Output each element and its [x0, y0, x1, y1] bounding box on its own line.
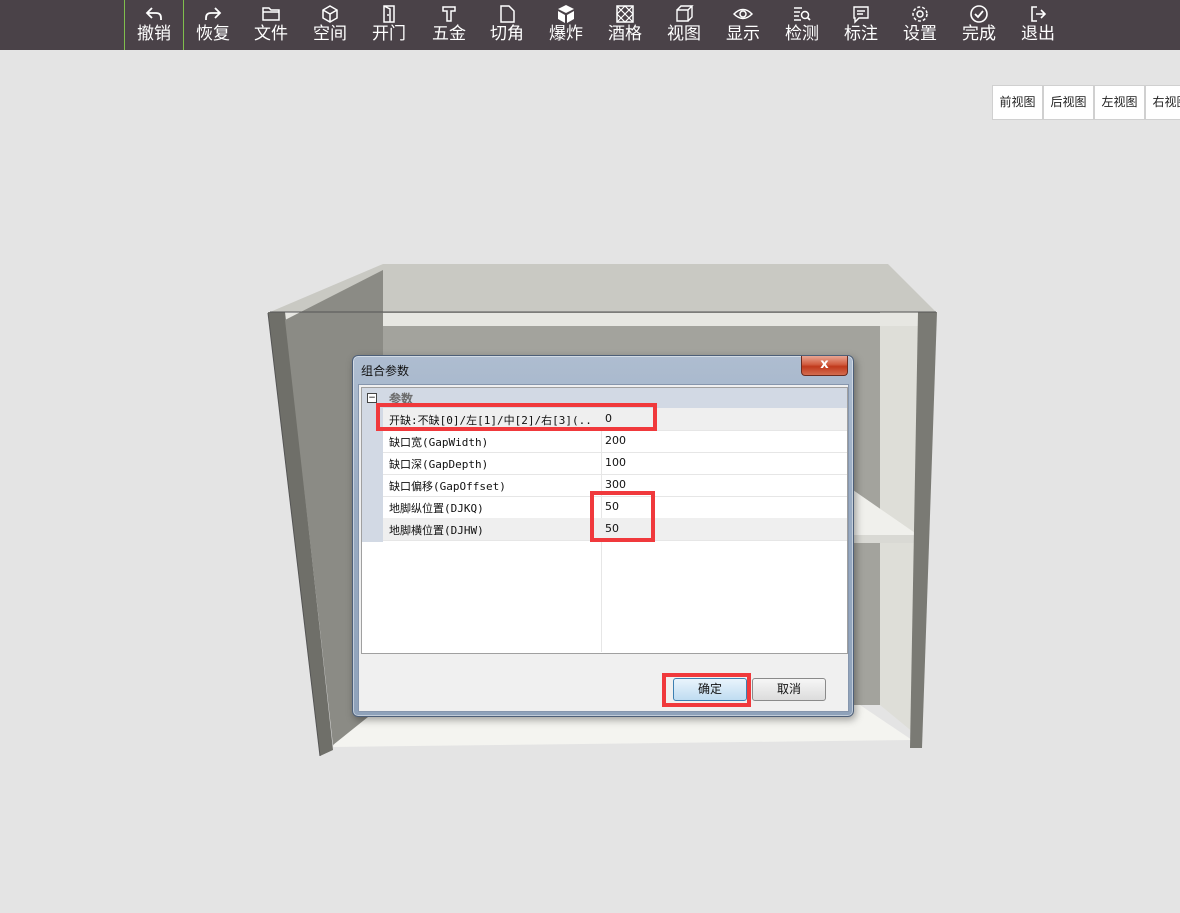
dialog-body: − 参数 开缺:不缺[0]/左[1]/中[2]/右[3](.. 0 缺口宽(Ga… — [358, 384, 849, 712]
property-grid: − 参数 开缺:不缺[0]/左[1]/中[2]/右[3](.. 0 缺口宽(Ga… — [361, 387, 848, 654]
property-name: 地脚横位置(DJHW) — [389, 524, 484, 537]
property-row[interactable]: 缺口宽(GapWidth) 200 — [383, 430, 847, 453]
grid-left-strip — [362, 388, 383, 542]
property-name: 缺口偏移(GapOffset) — [389, 480, 506, 493]
category-row-params[interactable]: − 参数 — [362, 388, 847, 408]
property-name: 缺口宽(GapWidth) — [389, 436, 489, 449]
category-label: 参数 — [389, 392, 414, 406]
property-name: 开缺:不缺[0]/左[1]/中[2]/右[3](.. — [389, 414, 592, 427]
property-value[interactable]: 300 — [605, 478, 835, 491]
property-row[interactable]: 缺口偏移(GapOffset) 300 — [383, 474, 847, 497]
property-row[interactable]: 开缺:不缺[0]/左[1]/中[2]/右[3](.. 0 — [383, 408, 847, 431]
property-value[interactable]: 100 — [605, 456, 835, 469]
property-value[interactable]: 0 — [605, 412, 835, 425]
cancel-button[interactable]: 取消 — [752, 678, 826, 701]
property-row[interactable]: 地脚横位置(DJHW) 50 — [383, 518, 847, 541]
property-value[interactable]: 50 — [605, 500, 835, 513]
combination-parameters-dialog: 组合参数 x − 参数 开缺:不缺[0]/左[1]/中[2]/右[3](.. 0… — [352, 355, 854, 717]
ok-button[interactable]: 确定 — [673, 678, 747, 701]
property-value[interactable]: 200 — [605, 434, 835, 447]
collapse-toggle-icon[interactable]: − — [367, 393, 377, 403]
dialog-title: 组合参数 — [361, 364, 410, 378]
dialog-close-button[interactable]: x — [801, 356, 848, 376]
property-row[interactable]: 地脚纵位置(DJKQ) 50 — [383, 496, 847, 519]
property-row[interactable]: 缺口深(GapDepth) 100 — [383, 452, 847, 475]
property-name: 地脚纵位置(DJKQ) — [389, 502, 484, 515]
property-value[interactable]: 50 — [605, 522, 835, 535]
property-name: 缺口深(GapDepth) — [389, 458, 489, 471]
